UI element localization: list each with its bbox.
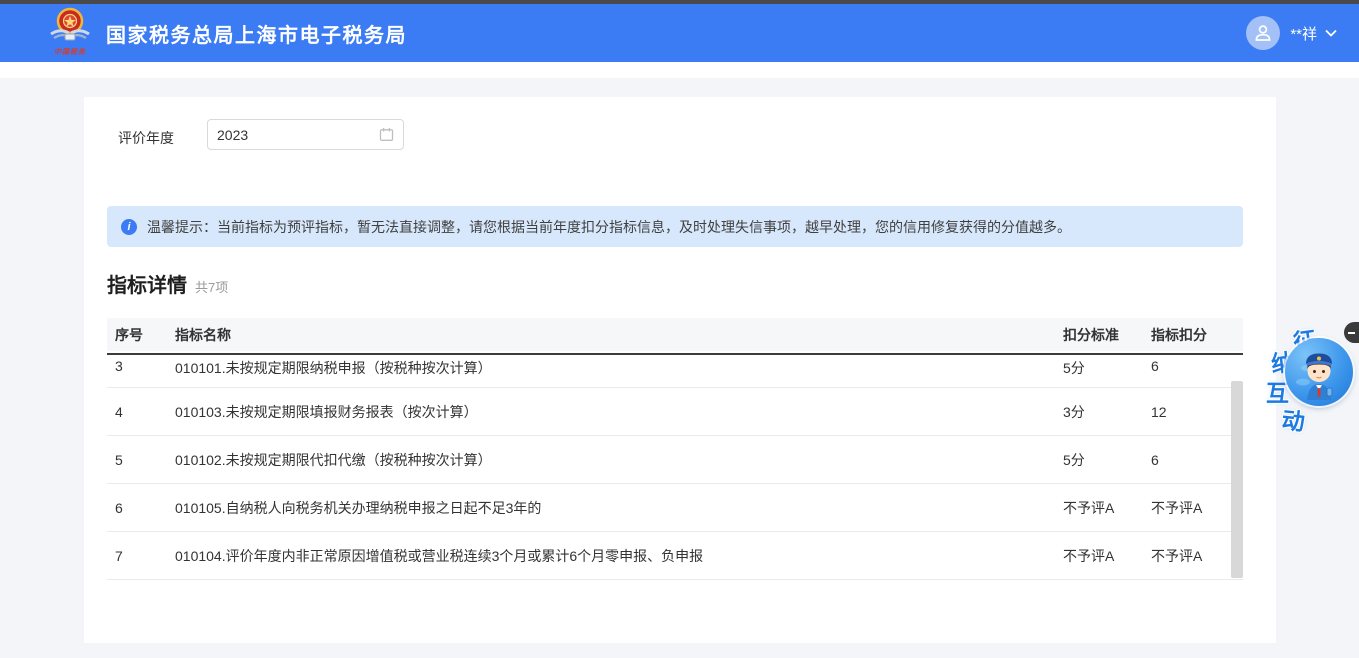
cell-no: 5 [107, 452, 175, 468]
notice-text: 温馨提示：当前指标为预评指标，暂无法直接调整，请您根据当前年度扣分指标信息，及时… [147, 217, 1071, 237]
table-row: 6 010105.自纳税人向税务机关办理纳税申报之日起不足3年的 不予评A 不予… [107, 484, 1243, 532]
page-title: 国家税务总局上海市电子税务局 [106, 19, 407, 48]
tax-emblem-icon [48, 7, 92, 47]
chevron-down-icon [1325, 29, 1337, 37]
column-header-deduction: 指标扣分 [1151, 325, 1243, 345]
cell-deduction: 不予评A [1151, 546, 1243, 566]
section-title: 指标详情 [107, 269, 187, 298]
section-heading: 指标详情 共7项 [107, 269, 228, 298]
table-scrollbar-thumb[interactable] [1231, 381, 1243, 578]
year-input[interactable] [217, 127, 379, 143]
cell-standard: 5分 [1063, 450, 1151, 470]
user-icon [1253, 23, 1273, 43]
cell-name: 010101.未按规定期限纳税申报（按税种按次计算） [175, 358, 1063, 378]
column-header-name: 指标名称 [175, 325, 1063, 345]
cell-name: 010103.未按规定期限填报财务报表（按次计算） [175, 402, 1063, 422]
user-avatar [1246, 16, 1280, 50]
year-picker[interactable] [207, 119, 404, 150]
cell-deduction: 6 [1151, 452, 1243, 468]
cell-standard: 5分 [1063, 358, 1151, 378]
table-row: 7 010104.评价年度内非正常原因增值税或营业税连续3个月或累计6个月零申报… [107, 532, 1243, 580]
year-field-label: 评价年度 [118, 128, 174, 148]
cell-name: 010102.未按规定期限代扣代缴（按税种按次计算） [175, 450, 1063, 470]
cell-no: 6 [107, 500, 175, 516]
indicator-table: 序号 指标名称 扣分标准 指标扣分 3 010101.未按规定期限纳税申报（按税… [107, 318, 1243, 580]
header-spacer [0, 62, 1359, 78]
user-menu[interactable]: **祥 [1246, 16, 1337, 50]
info-icon: i [121, 219, 137, 235]
notice-banner: i 温馨提示：当前指标为预评指标，暂无法直接调整，请您根据当前年度扣分指标信息，… [107, 206, 1243, 247]
table-row: 5 010102.未按规定期限代扣代缴（按税种按次计算） 5分 6 [107, 436, 1243, 484]
app-header: 中国税务 国家税务总局上海市电子税务局 **祥 [0, 4, 1359, 62]
mascot-char: 动 [1280, 401, 1306, 437]
calendar-icon[interactable] [379, 127, 394, 142]
cell-name: 010104.评价年度内非正常原因增值税或营业税连续3个月或累计6个月零申报、负… [175, 546, 1063, 566]
content-card: 评价年度 i 温馨提示：当前指标为预评指标，暂无法直接调整，请您根据当前年度扣分… [84, 97, 1276, 643]
table-row: 4 010103.未按规定期限填报财务报表（按次计算） 3分 12 [107, 388, 1243, 436]
tax-bureau-logo: 中国税务 [46, 7, 94, 59]
cell-no: 3 [107, 358, 175, 374]
table-row: 3 010101.未按规定期限纳税申报（按税种按次计算） 5分 6 [107, 355, 1243, 388]
column-header-no: 序号 [107, 325, 175, 345]
section-count: 共7项 [195, 277, 228, 296]
mascot-avatar-icon [1285, 338, 1353, 406]
column-header-standard: 扣分标准 [1063, 325, 1151, 345]
cell-deduction: 12 [1151, 404, 1243, 420]
widget-collapse-handle[interactable] [1344, 322, 1359, 343]
table-header-row: 序号 指标名称 扣分标准 指标扣分 [107, 318, 1243, 351]
cell-no: 4 [107, 404, 175, 420]
tax-emblem-caption: 中国税务 [54, 47, 86, 57]
user-name: **祥 [1290, 23, 1317, 44]
cell-standard: 不予评A [1063, 498, 1151, 518]
cell-standard: 不予评A [1063, 546, 1151, 566]
minus-icon [1348, 332, 1355, 334]
cell-standard: 3分 [1063, 402, 1151, 422]
cell-deduction: 6 [1151, 358, 1243, 374]
cell-name: 010105.自纳税人向税务机关办理纳税申报之日起不足3年的 [175, 498, 1063, 518]
cell-no: 7 [107, 548, 175, 564]
cell-deduction: 不予评A [1151, 498, 1243, 518]
